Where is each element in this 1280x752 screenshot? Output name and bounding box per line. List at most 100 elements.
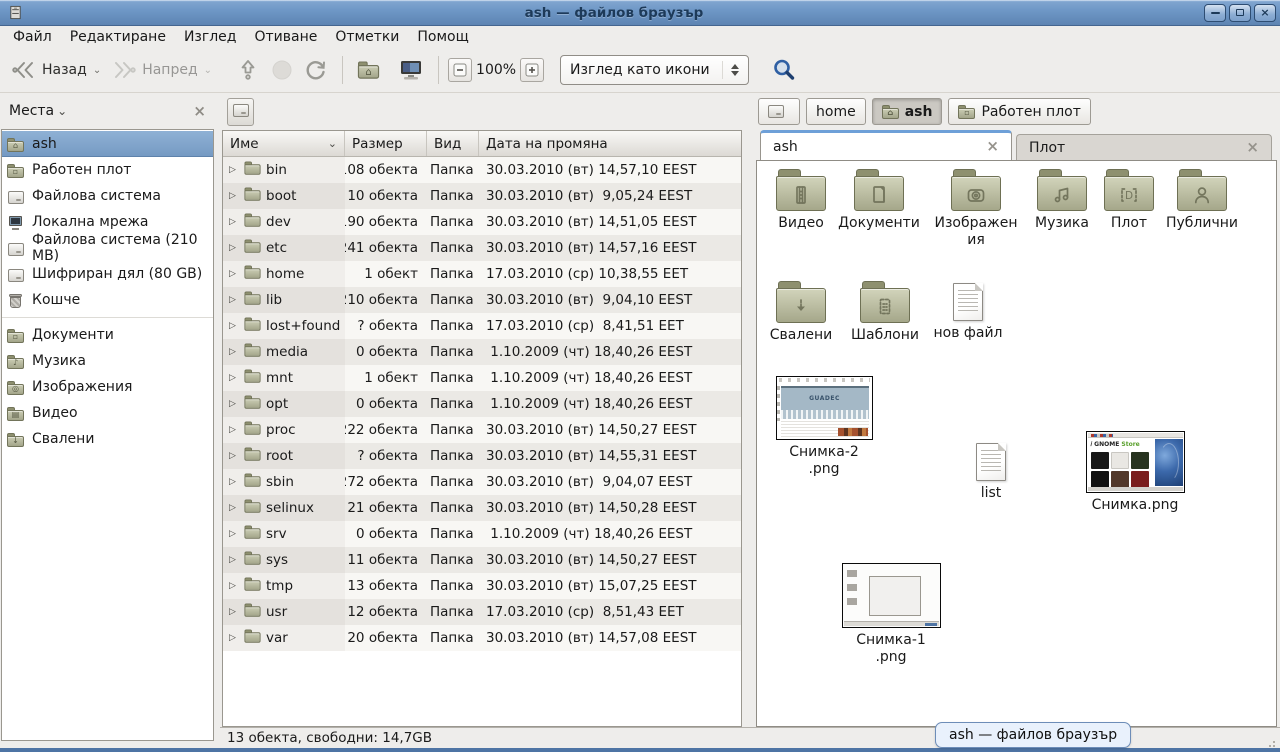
sidebar-item[interactable]: ▫ Документи bbox=[2, 322, 213, 348]
computer-icon bbox=[398, 58, 424, 82]
maximize-button[interactable] bbox=[1229, 4, 1251, 22]
expander-icon[interactable]: ▷ bbox=[226, 633, 239, 643]
column-header[interactable]: Дата на промяна bbox=[479, 131, 741, 156]
icon-view-item[interactable]: Документи bbox=[833, 169, 925, 232]
icon-view-item[interactable]: 𝑖 GNOME Store Снимка.png bbox=[1084, 431, 1186, 514]
expander-icon[interactable]: ▷ bbox=[226, 607, 239, 617]
view-mode-select[interactable]: Изглед като икони bbox=[560, 55, 749, 85]
expander-icon[interactable]: ▷ bbox=[226, 477, 239, 487]
column-header[interactable]: Вид bbox=[427, 131, 479, 156]
menu-item[interactable]: Редактиране bbox=[61, 27, 175, 47]
expander-icon[interactable]: ▷ bbox=[226, 451, 239, 461]
sidebar-item[interactable]: Файлова система bbox=[2, 183, 213, 209]
table-row[interactable]: ▷ lib 210 обекта Папка 30.03.2010 (вт) 9… bbox=[223, 287, 741, 313]
table-row[interactable]: ▷ bin 108 обекта Папка 30.03.2010 (вт) 1… bbox=[223, 157, 741, 183]
sidebar-item[interactable]: Кошче bbox=[2, 287, 213, 313]
table-row[interactable]: ▷ srv 0 обекта Папка 1.10.2009 (чт) 18,4… bbox=[223, 521, 741, 547]
table-row[interactable]: ▷ opt 0 обекта Папка 1.10.2009 (чт) 18,4… bbox=[223, 391, 741, 417]
sidebar-item[interactable]: ⌂ ash bbox=[2, 131, 213, 157]
expander-icon[interactable]: ▷ bbox=[226, 425, 239, 435]
expander-icon[interactable]: ▷ bbox=[226, 321, 239, 331]
icon-view-item[interactable]: Свалени bbox=[756, 281, 847, 344]
table-row[interactable]: ▷ boot 10 обекта Папка 30.03.2010 (вт) 9… bbox=[223, 183, 741, 209]
menu-item[interactable]: Отметки bbox=[326, 27, 408, 47]
expander-icon[interactable]: ▷ bbox=[226, 165, 239, 175]
expander-icon[interactable]: ▷ bbox=[226, 243, 239, 253]
close-button[interactable]: × bbox=[1254, 4, 1276, 22]
breadcrumb-button[interactable]: ▫ Работен плот bbox=[948, 98, 1090, 125]
table-row[interactable]: ▷ dev 190 обекта Папка 30.03.2010 (вт) 1… bbox=[223, 209, 741, 235]
table-row[interactable]: ▷ tmp 13 обекта Папка 30.03.2010 (вт) 15… bbox=[223, 573, 741, 599]
sidebar-close-icon[interactable]: × bbox=[193, 102, 206, 120]
table-row[interactable]: ▷ home 1 обект Папка 17.03.2010 (ср) 10,… bbox=[223, 261, 741, 287]
column-header[interactable]: Име bbox=[223, 131, 345, 156]
expander-icon[interactable]: ▷ bbox=[226, 529, 239, 539]
expander-icon[interactable]: ▷ bbox=[226, 555, 239, 565]
expander-icon[interactable]: ▷ bbox=[226, 503, 239, 513]
location-button[interactable] bbox=[227, 98, 254, 126]
chevron-down-icon[interactable]: ⌄ bbox=[93, 65, 101, 76]
breadcrumb-button[interactable] bbox=[758, 98, 800, 125]
table-row[interactable]: ▷ sys 11 обекта Папка 30.03.2010 (вт) 14… bbox=[223, 547, 741, 573]
table-row[interactable]: ▷ usr 12 обекта Папка 17.03.2010 (ср) 8,… bbox=[223, 599, 741, 625]
zoom-in-button[interactable] bbox=[520, 58, 544, 82]
reload-button[interactable] bbox=[299, 53, 333, 87]
breadcrumb-button[interactable]: ⌂ ash bbox=[872, 98, 943, 125]
up-button[interactable] bbox=[231, 53, 265, 87]
places-title[interactable]: Места bbox=[9, 103, 54, 119]
icon-view-item[interactable]: Изображения bbox=[930, 169, 1022, 249]
expander-icon[interactable]: ▷ bbox=[226, 373, 239, 383]
menu-item[interactable]: Отиване bbox=[245, 27, 326, 47]
table-row[interactable]: ▷ sbin 272 обекта Папка 30.03.2010 (вт) … bbox=[223, 469, 741, 495]
tab[interactable]: Плот × bbox=[1016, 134, 1272, 160]
table-row[interactable]: ▷ selinux 21 обекта Папка 30.03.2010 (вт… bbox=[223, 495, 741, 521]
table-row[interactable]: ▷ mnt 1 обект Папка 1.10.2009 (чт) 18,40… bbox=[223, 365, 741, 391]
menu-item[interactable]: Файл bbox=[4, 27, 61, 47]
minimize-button[interactable] bbox=[1204, 4, 1226, 22]
home-button[interactable]: ⌂ bbox=[352, 58, 385, 82]
stop-button[interactable] bbox=[265, 53, 299, 87]
sidebar-item[interactable]: Шифриран дял (80 GB) bbox=[2, 261, 213, 287]
expander-icon[interactable]: ▷ bbox=[226, 295, 239, 305]
tab[interactable]: ash × bbox=[760, 130, 1012, 160]
tab-close-icon[interactable]: × bbox=[986, 139, 999, 154]
sidebar-item[interactable]: ◎ Изображения bbox=[2, 374, 213, 400]
icon-view-item[interactable]: Снимка-1.png bbox=[840, 563, 942, 666]
table-row[interactable]: ▷ media 0 обекта Папка 1.10.2009 (чт) 18… bbox=[223, 339, 741, 365]
table-row[interactable]: ▷ var 20 обекта Папка 30.03.2010 (вт) 14… bbox=[223, 625, 741, 651]
computer-button[interactable] bbox=[393, 53, 429, 87]
expander-icon[interactable]: ▷ bbox=[226, 347, 239, 357]
sidebar-item[interactable]: ♪ Музика bbox=[2, 348, 213, 374]
expander-icon[interactable]: ▷ bbox=[226, 399, 239, 409]
chevron-down-icon[interactable]: ⌄ bbox=[204, 65, 212, 76]
sidebar-item[interactable]: ▫ Работен плот bbox=[2, 157, 213, 183]
column-header[interactable]: Размер bbox=[345, 131, 427, 156]
expander-icon[interactable]: ▷ bbox=[226, 269, 239, 279]
table-row[interactable]: ▷ etc 241 обекта Папка 30.03.2010 (вт) 1… bbox=[223, 235, 741, 261]
expander-icon[interactable]: ▷ bbox=[226, 217, 239, 227]
tab-close-icon[interactable]: × bbox=[1246, 140, 1259, 155]
menu-item[interactable]: Изглед bbox=[175, 27, 246, 47]
icon-view-item[interactable]: Публични bbox=[1156, 169, 1248, 232]
icon-view-item[interactable]: GUADEC Снимка-2.png bbox=[774, 376, 874, 478]
search-button[interactable] bbox=[767, 53, 801, 87]
expander-icon[interactable]: ▷ bbox=[226, 191, 239, 201]
forward-button[interactable]: Напред ⌄ bbox=[106, 54, 217, 86]
breadcrumb-button[interactable]: home bbox=[806, 98, 866, 125]
zoom-out-button[interactable] bbox=[448, 58, 472, 82]
sidebar-item[interactable]: Файлова система (210 MB) bbox=[2, 235, 213, 261]
titlebar[interactable]: ash — файлов браузър × bbox=[0, 0, 1280, 26]
menu-item[interactable]: Помощ bbox=[408, 27, 477, 47]
expander-icon[interactable]: ▷ bbox=[226, 581, 239, 591]
table-row[interactable]: ▷ proc 222 обекта Папка 30.03.2010 (вт) … bbox=[223, 417, 741, 443]
resize-grip[interactable] bbox=[1273, 741, 1275, 743]
table-row[interactable]: ▷ lost+found ? обекта Папка 17.03.2010 (… bbox=[223, 313, 741, 339]
chevron-down-icon[interactable]: ⌄ bbox=[57, 104, 67, 118]
icon-view-item[interactable]: list bbox=[945, 443, 1037, 502]
sidebar-item[interactable]: ↓ Свалени bbox=[2, 426, 213, 452]
back-button[interactable]: Назад ⌄ bbox=[6, 54, 106, 86]
sidebar-item[interactable]: ▤ Видео bbox=[2, 400, 213, 426]
icon-view-item[interactable]: нов файл bbox=[922, 283, 1014, 342]
table-row[interactable]: ▷ root ? обекта Папка 30.03.2010 (вт) 14… bbox=[223, 443, 741, 469]
icon-view-item[interactable]: Шаблони bbox=[839, 281, 931, 344]
